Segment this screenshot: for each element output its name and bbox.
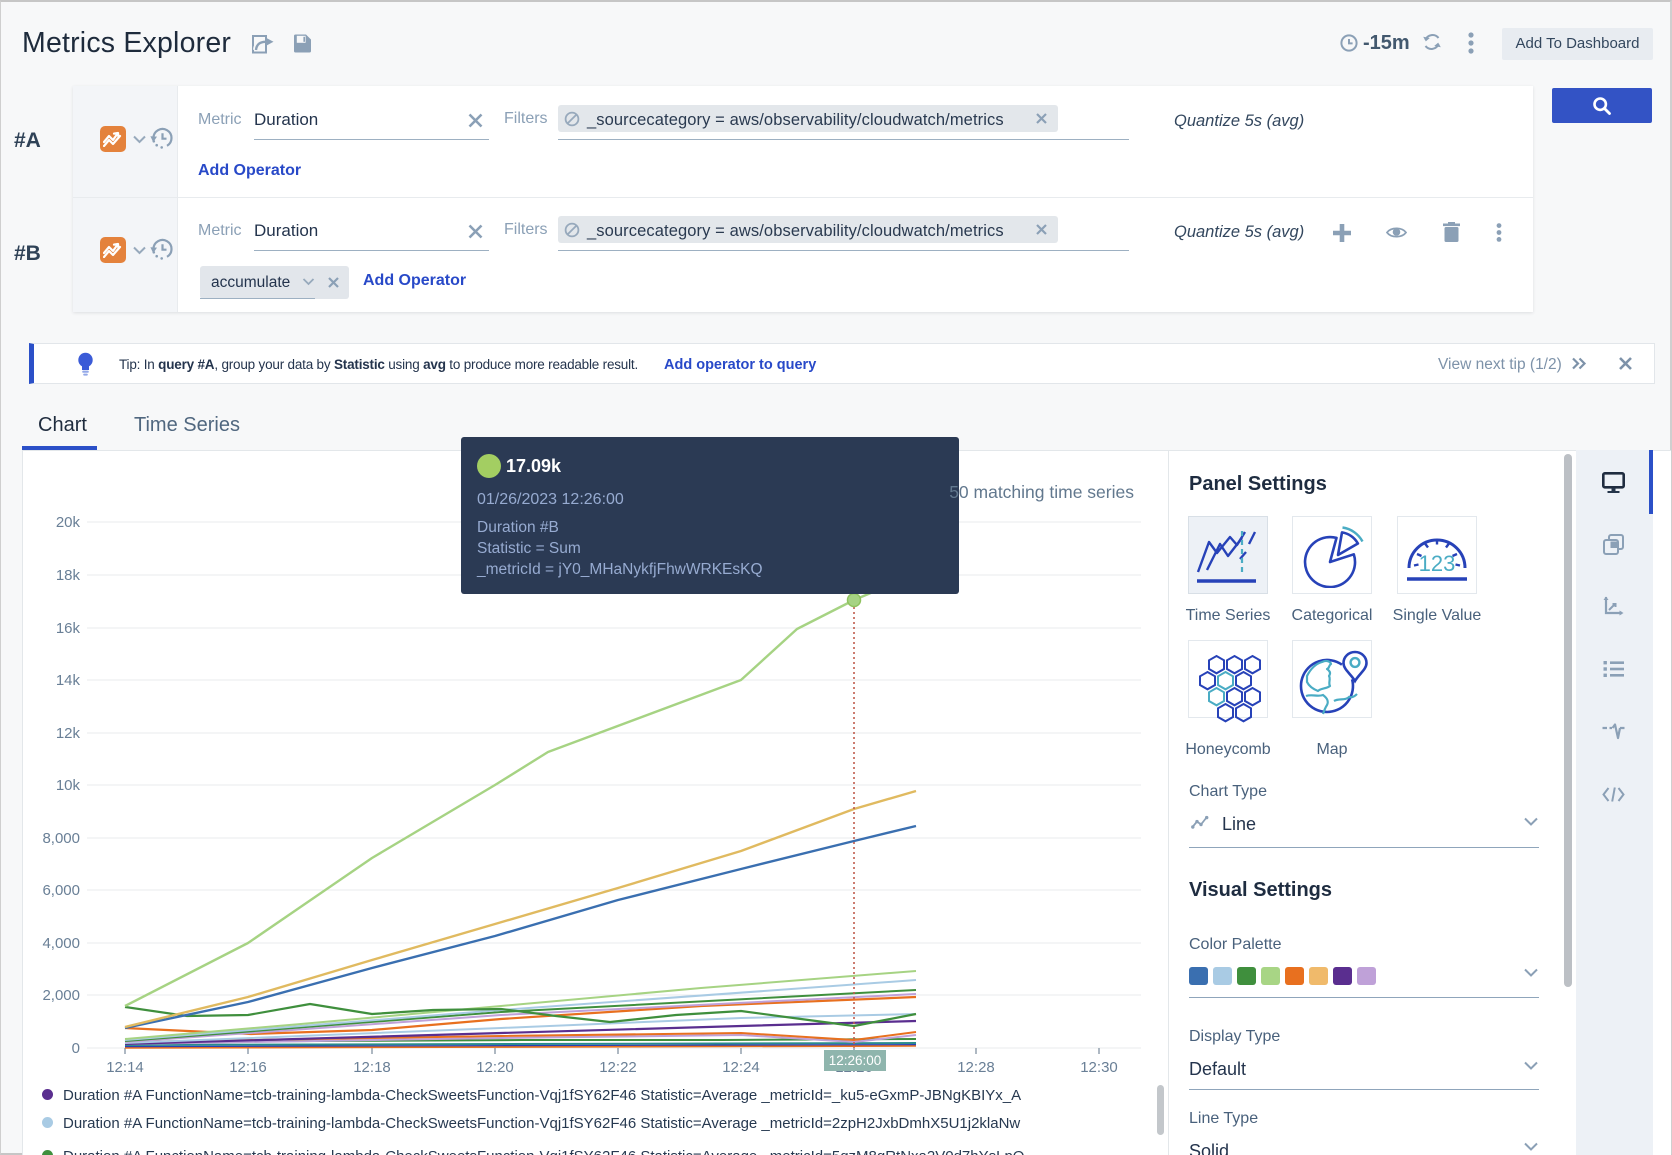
svg-text:12:24: 12:24: [722, 1059, 760, 1076]
svg-text:16k: 16k: [56, 620, 81, 637]
svg-text:12:28: 12:28: [957, 1059, 995, 1076]
svg-text:2,000: 2,000: [42, 987, 80, 1004]
svg-text:14k: 14k: [56, 672, 81, 689]
svg-text:12:22: 12:22: [599, 1059, 637, 1076]
svg-text:4,000: 4,000: [42, 935, 80, 952]
svg-text:12:14: 12:14: [106, 1059, 144, 1076]
svg-text:18k: 18k: [56, 567, 81, 584]
svg-text:10k: 10k: [56, 777, 81, 794]
svg-text:123: 123: [1419, 551, 1456, 576]
svg-text:20k: 20k: [56, 514, 81, 531]
svg-text:8,000: 8,000: [42, 830, 80, 847]
svg-text:12:16: 12:16: [229, 1059, 267, 1076]
svg-text:12:30: 12:30: [1080, 1059, 1118, 1076]
svg-text:0: 0: [72, 1040, 80, 1057]
svg-text:12:26:00: 12:26:00: [829, 1053, 882, 1068]
svg-text:12k: 12k: [56, 725, 81, 742]
svg-text:12:20: 12:20: [476, 1059, 514, 1076]
svg-text:12:18: 12:18: [353, 1059, 391, 1076]
svg-text:6,000: 6,000: [42, 882, 80, 899]
